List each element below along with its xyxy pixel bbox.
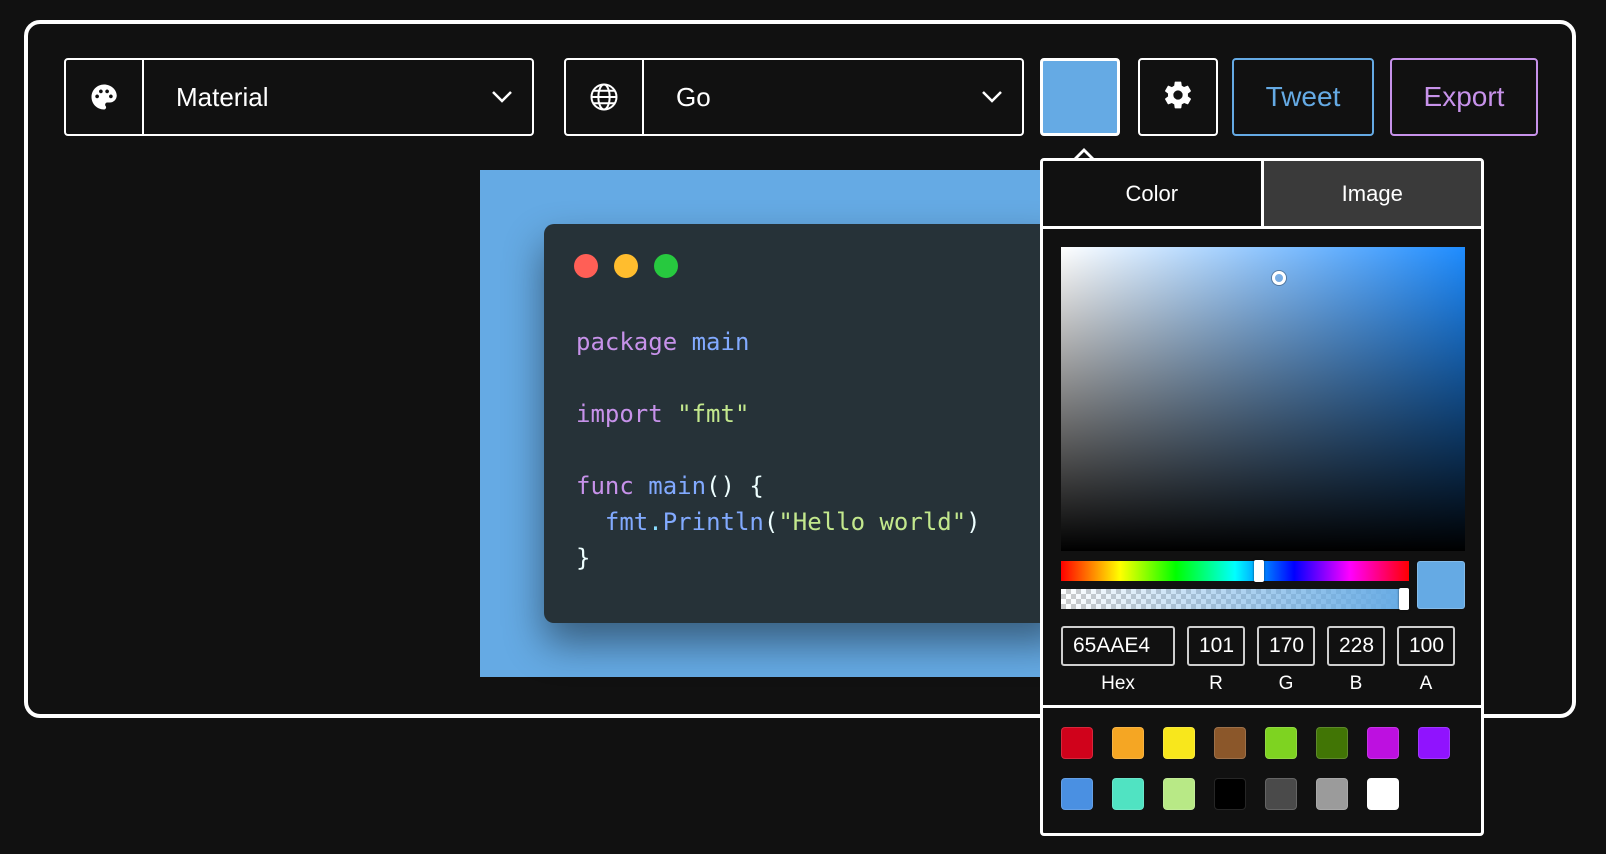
picker-tabs: Color Image <box>1043 161 1481 229</box>
alpha-slider-handle[interactable] <box>1399 588 1409 610</box>
code-line: func main() { <box>576 472 764 500</box>
code-window[interactable]: package main import "fmt" func main() { … <box>544 224 1064 623</box>
preset-swatch[interactable] <box>1316 727 1348 759</box>
preset-swatch[interactable] <box>1265 727 1297 759</box>
chevron-down-icon <box>472 60 532 134</box>
language-select-label: Go <box>676 81 711 112</box>
settings-button[interactable] <box>1138 58 1218 136</box>
background-color-button[interactable] <box>1040 58 1120 136</box>
close-dot <box>574 254 598 278</box>
tweet-button[interactable]: Tweet <box>1232 58 1374 136</box>
tab-image[interactable]: Image <box>1263 161 1481 226</box>
minimize-dot <box>614 254 638 278</box>
preset-swatch[interactable] <box>1214 727 1246 759</box>
green-input[interactable]: 170 <box>1257 626 1315 666</box>
code-line: package main <box>576 328 750 356</box>
saturation-area[interactable] <box>1061 247 1465 551</box>
preset-swatch[interactable] <box>1367 778 1399 810</box>
theme-select[interactable]: Material <box>64 58 534 136</box>
preset-swatch[interactable] <box>1163 778 1195 810</box>
color-picker-popover: Color Image 65AAE4 101 170 228 100 Hex R… <box>1040 158 1484 836</box>
alpha-slider[interactable] <box>1061 588 1409 610</box>
green-label: G <box>1278 673 1294 694</box>
preset-swatch[interactable] <box>1061 778 1093 810</box>
code-line: fmt.Println("Hello world") <box>604 508 981 536</box>
hex-label: Hex <box>1101 673 1135 694</box>
blue-input[interactable]: 228 <box>1327 626 1385 666</box>
code-editor[interactable]: package main import "fmt" func main() { … <box>576 324 981 576</box>
language-select[interactable]: Go <box>564 58 1024 136</box>
palette-icon <box>66 60 144 134</box>
preset-swatch[interactable] <box>1112 778 1144 810</box>
preset-swatch[interactable] <box>1061 727 1093 759</box>
red-label: R <box>1209 673 1223 694</box>
preset-swatch[interactable] <box>1418 727 1450 759</box>
preset-swatch[interactable] <box>1265 778 1297 810</box>
preset-swatch[interactable] <box>1316 778 1348 810</box>
preset-swatch[interactable] <box>1163 727 1195 759</box>
theme-select-label: Material <box>176 81 269 112</box>
alpha-label: A <box>1419 673 1433 694</box>
hue-slider-handle[interactable] <box>1253 560 1264 582</box>
globe-icon <box>566 60 644 134</box>
alpha-input[interactable]: 100 <box>1397 626 1455 666</box>
active-color-preview <box>1417 561 1465 609</box>
maximize-dot <box>654 254 678 278</box>
chevron-down-icon <box>962 60 1022 134</box>
code-line: import "fmt" <box>576 400 750 428</box>
gear-icon <box>1162 79 1194 115</box>
picker-divider <box>1043 705 1481 708</box>
saturation-handle[interactable] <box>1272 271 1286 285</box>
preset-swatch[interactable] <box>1367 727 1399 759</box>
hex-input[interactable]: 65AAE4 <box>1061 626 1175 666</box>
tab-color[interactable]: Color <box>1043 161 1264 226</box>
preset-swatch[interactable] <box>1214 778 1246 810</box>
blue-label: B <box>1349 673 1363 694</box>
preset-swatch[interactable] <box>1112 727 1144 759</box>
code-line: } <box>576 544 591 572</box>
hue-slider[interactable] <box>1061 560 1409 582</box>
red-input[interactable]: 101 <box>1187 626 1245 666</box>
export-button[interactable]: Export <box>1390 58 1538 136</box>
